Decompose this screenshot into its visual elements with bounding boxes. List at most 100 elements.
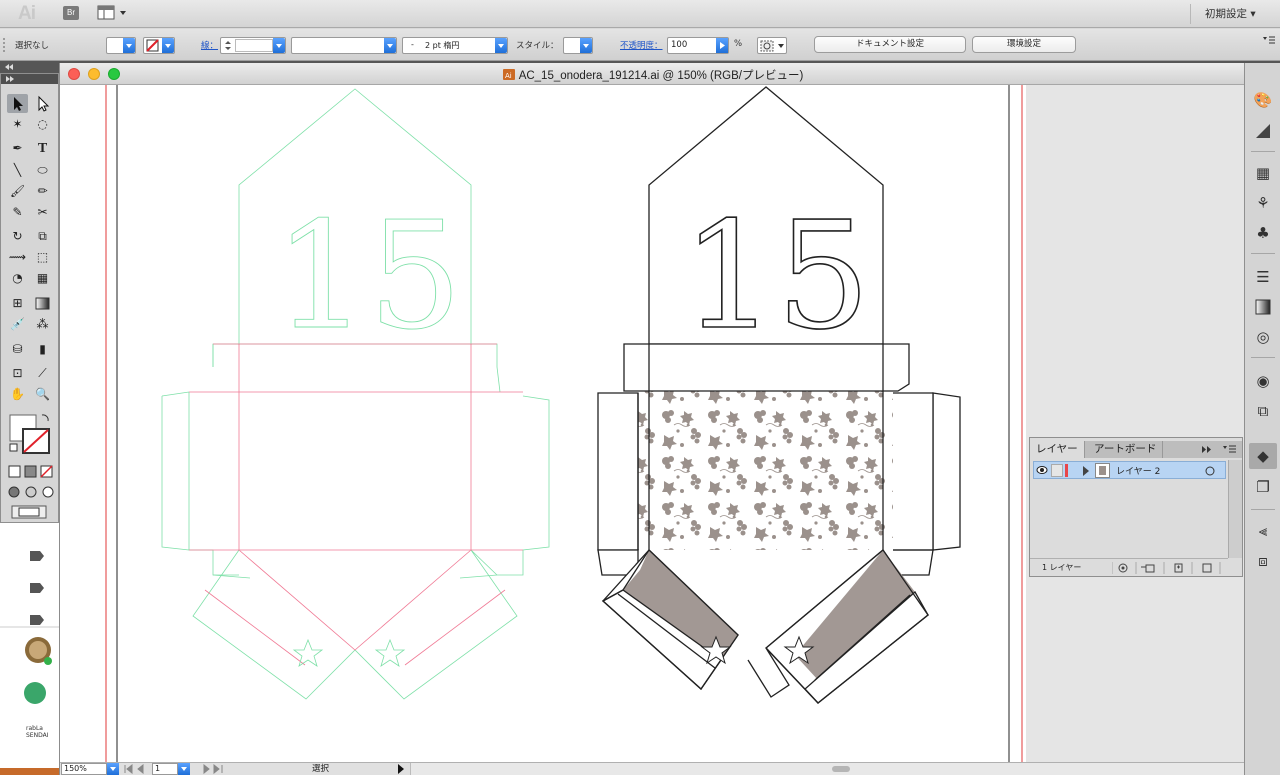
stroke-panel-icon[interactable]: ☰ xyxy=(1253,267,1273,287)
layer-action-icons[interactable] xyxy=(1112,562,1232,574)
symbol-sprayer-tool-icon[interactable]: ⛁ xyxy=(7,340,28,359)
collapse-left-icon[interactable] xyxy=(4,64,14,70)
artwork-number: 15 xyxy=(682,190,870,362)
current-tool-status[interactable]: 選択 xyxy=(312,763,329,775)
pathfinder-icon[interactable]: ⧈ xyxy=(1253,551,1273,571)
zoom-dropdown-button[interactable] xyxy=(107,763,119,775)
tab-layers[interactable]: レイヤー xyxy=(1030,441,1085,458)
scale-tool-icon[interactable]: ⧉ xyxy=(32,227,53,246)
pen-tool-icon[interactable]: ✒ xyxy=(7,139,28,158)
graphic-styles-icon[interactable]: ⧉ xyxy=(1253,401,1273,421)
shape-builder-tool-icon[interactable]: ◔ xyxy=(7,269,28,288)
stroke-weight-value[interactable] xyxy=(235,39,273,52)
type-tool-icon[interactable]: T xyxy=(32,139,53,158)
direct-selection-tool-icon[interactable] xyxy=(32,94,53,113)
free-transform-tool-icon[interactable]: ⬚ xyxy=(32,248,53,267)
rotate-tool-icon[interactable]: ↻ xyxy=(7,227,28,246)
selection-tool-icon[interactable] xyxy=(7,94,28,113)
perspective-grid-tool-icon[interactable]: ▦ xyxy=(32,269,53,288)
layer-row[interactable]: レイヤー 2 xyxy=(1033,461,1226,479)
gradient-tool-icon[interactable] xyxy=(32,294,53,313)
selection-status: 選択なし xyxy=(15,41,50,51)
tab-artboards[interactable]: アートボード xyxy=(1088,441,1164,458)
variable-width-profile-dropdown[interactable] xyxy=(291,37,397,54)
drawing-mode-buttons[interactable] xyxy=(7,485,55,499)
slice-tool-icon[interactable]: ⟋ xyxy=(32,364,53,383)
line-tool-icon[interactable]: ╲ xyxy=(7,161,28,180)
stroke-label[interactable]: 線： xyxy=(201,39,218,51)
artboard-tool-icon[interactable]: ⊡ xyxy=(7,364,28,383)
artboard-canvas[interactable]: 15 15 xyxy=(60,85,1245,762)
stroke-weight-field[interactable] xyxy=(220,37,286,54)
document-settings-button[interactable]: ドキュメント設定 xyxy=(814,36,966,53)
width-tool-icon[interactable]: ⟿ xyxy=(7,248,28,267)
panel-menu-icon[interactable] xyxy=(1262,35,1276,45)
layer-count: 1 レイヤー xyxy=(1042,563,1082,572)
pencil-tool-icon[interactable]: ✏ xyxy=(32,182,53,201)
blob-brush-tool-icon[interactable]: ✎ xyxy=(7,203,28,222)
lock-toggle[interactable] xyxy=(1051,464,1063,477)
symbols-icon[interactable]: ♣ xyxy=(1253,223,1273,243)
horizontal-scrollbar[interactable] xyxy=(410,763,1245,775)
layers-panel-icon[interactable]: ◆ xyxy=(1249,443,1277,469)
visibility-eye-icon[interactable] xyxy=(1036,465,1048,475)
fill-color-dropdown[interactable] xyxy=(106,37,136,54)
graphic-style-dropdown[interactable] xyxy=(563,37,593,54)
recolor-artwork-dropdown[interactable] xyxy=(757,37,787,54)
gradient-panel-icon[interactable] xyxy=(1253,297,1273,317)
opacity-label[interactable]: 不透明度： xyxy=(620,39,663,51)
brush-definition-dropdown[interactable]: - 2 pt 楕円 xyxy=(402,37,508,54)
bridge-button[interactable]: Br xyxy=(63,6,79,20)
blend-tool-icon[interactable]: ⁂ xyxy=(32,315,53,334)
lasso-tool-icon[interactable]: ◌ xyxy=(32,115,53,134)
stepper-icon[interactable] xyxy=(222,39,234,52)
fill-stroke-swatches[interactable] xyxy=(7,412,53,456)
document-window: Ai AC_15_onodera_191214.ai @ 150% (RGB/プレ… xyxy=(59,63,1245,775)
svg-text:Ai: Ai xyxy=(505,72,512,80)
expand-triangle-icon[interactable] xyxy=(1082,466,1090,476)
artboards-panel-icon[interactable]: ❐ xyxy=(1253,477,1273,497)
dock-separator xyxy=(1251,509,1275,510)
panel-menu-icon[interactable] xyxy=(1223,445,1237,454)
screen-mode-button[interactable] xyxy=(11,505,51,520)
transparency-icon[interactable]: ◎ xyxy=(1253,327,1273,347)
collapse-panel-icon[interactable] xyxy=(1202,446,1212,453)
eyedropper-tool-icon[interactable]: 💉 xyxy=(7,315,28,334)
opacity-value[interactable]: 100 xyxy=(671,40,687,50)
align-icon[interactable]: ⫷ xyxy=(1253,521,1273,541)
workspace-switcher[interactable]: 初期設定 ▾ xyxy=(1190,4,1256,24)
zoom-tool-icon[interactable]: 🔍 xyxy=(32,385,53,404)
layer-name[interactable]: レイヤー 2 xyxy=(1116,464,1160,477)
artboard-dropdown-button[interactable] xyxy=(178,763,190,775)
target-circle-icon[interactable] xyxy=(1205,466,1215,476)
brushes-icon[interactable]: ⚘ xyxy=(1253,193,1273,213)
stroke-color-dropdown[interactable] xyxy=(143,37,175,54)
paintbrush-tool-icon[interactable]: 🖌 xyxy=(7,182,28,201)
mesh-tool-icon[interactable]: ⊞ xyxy=(7,294,28,313)
color-palette-icon[interactable]: 🎨 xyxy=(1253,90,1273,110)
layer-color-swatch xyxy=(1065,464,1068,477)
magic-wand-tool-icon[interactable]: ✶ xyxy=(7,115,28,134)
next-last-artboard-icons[interactable] xyxy=(200,764,228,774)
artboard-number-field[interactable]: 1 xyxy=(152,763,178,775)
opacity-field[interactable]: 100 xyxy=(667,37,729,54)
appearance-icon[interactable]: ◉ xyxy=(1253,371,1273,391)
status-menu-arrow-icon[interactable] xyxy=(397,764,405,774)
preferences-button[interactable]: 環境設定 xyxy=(972,36,1076,53)
ellipse-tool-icon[interactable]: ⬭ xyxy=(32,161,53,180)
column-graph-tool-icon[interactable]: ▮ xyxy=(32,340,53,359)
scrollbar-thumb[interactable] xyxy=(832,766,850,772)
svg-text:SENDAI: SENDAI xyxy=(26,732,49,739)
hand-tool-icon[interactable]: ✋ xyxy=(7,385,28,404)
collapse-icon[interactable] xyxy=(5,76,15,82)
ai-file-icon: Ai xyxy=(502,69,515,80)
color-guide-icon[interactable] xyxy=(1253,121,1273,141)
zoom-level-field[interactable]: 150% xyxy=(61,763,107,775)
color-mode-buttons[interactable] xyxy=(7,465,55,479)
first-previous-artboard-icons[interactable] xyxy=(123,764,151,774)
layers-scrollbar[interactable] xyxy=(1228,460,1242,558)
scissors-tool-icon[interactable]: ✂ xyxy=(32,203,53,222)
arrange-documents-button[interactable] xyxy=(97,5,129,21)
opacity-slider-button[interactable] xyxy=(716,38,728,53)
swatches-icon[interactable]: ▦ xyxy=(1253,163,1273,183)
